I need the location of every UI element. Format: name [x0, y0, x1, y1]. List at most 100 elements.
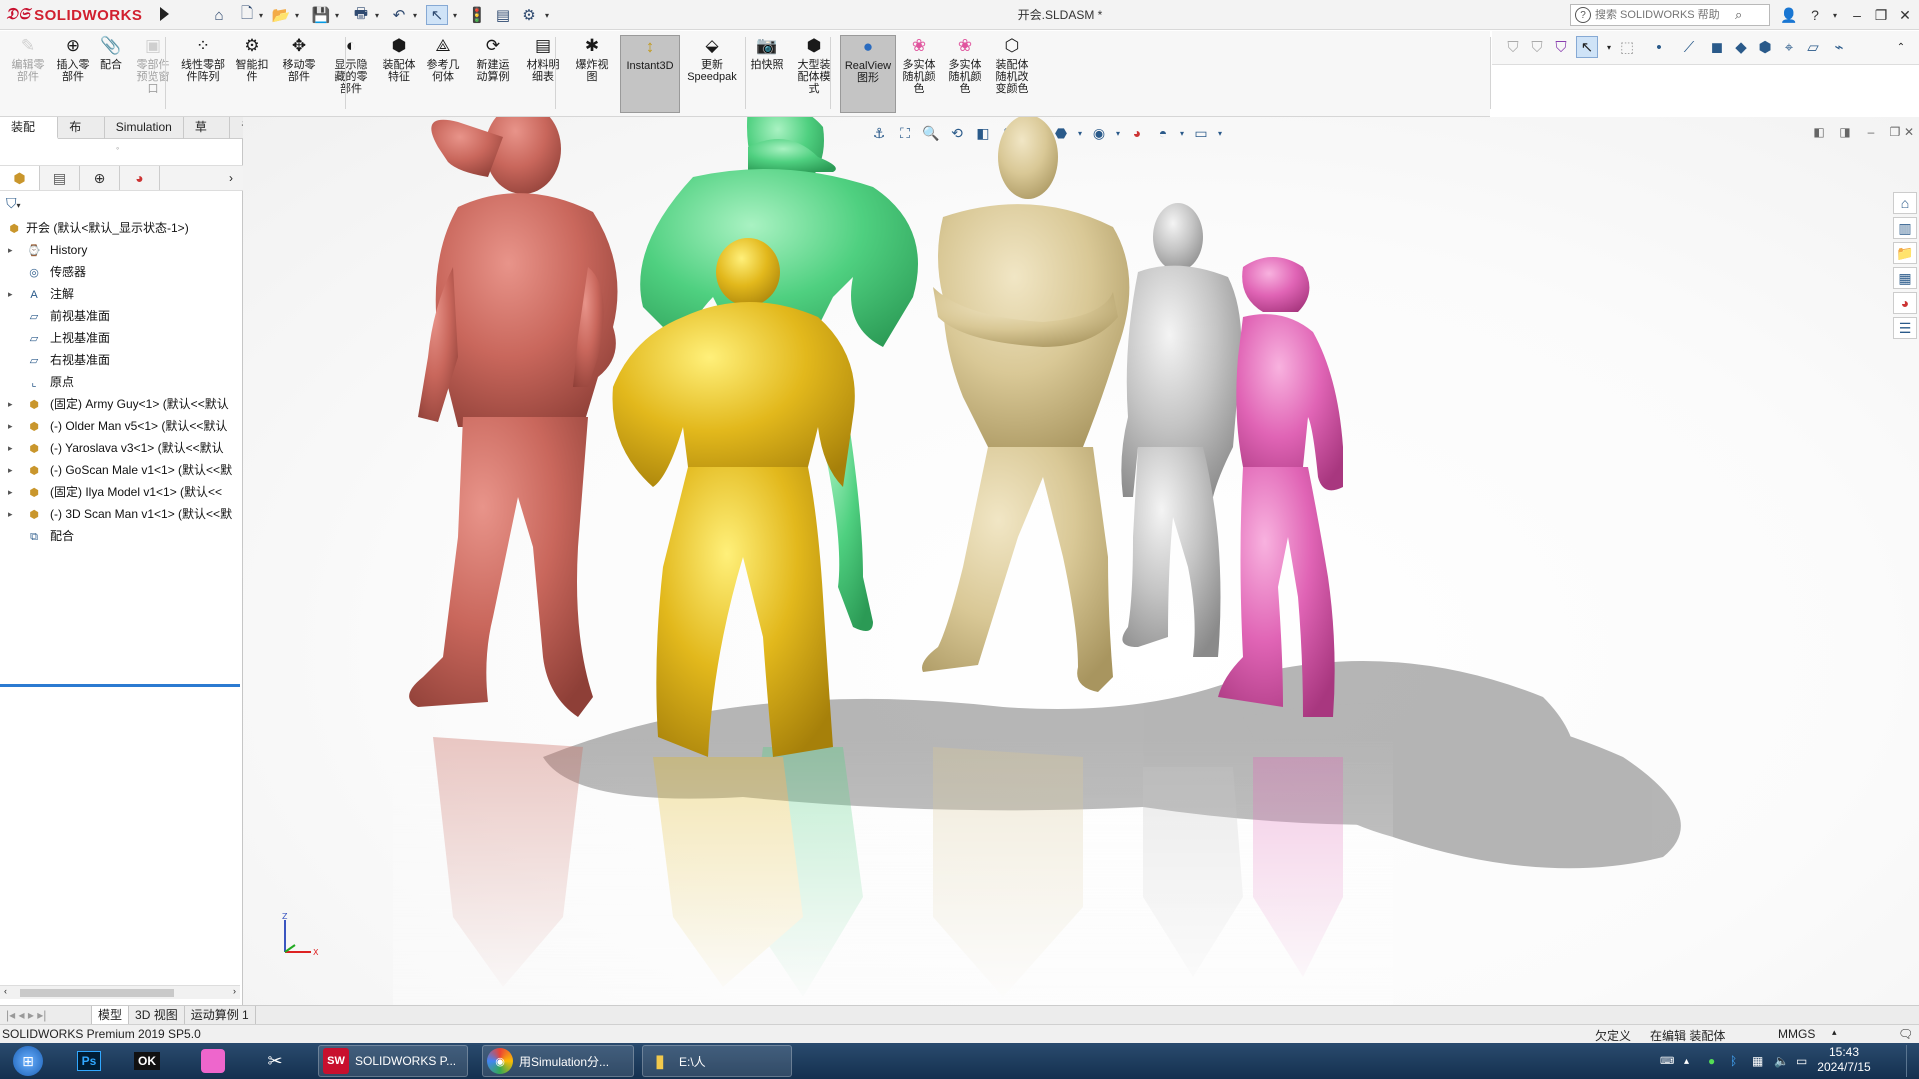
filter-clear-icon[interactable]: ⛉: [1550, 36, 1572, 58]
command-new-motion-study-button[interactable]: ⟳ 新建运 动算例: [468, 35, 518, 113]
tray-expand-icon[interactable]: ▴: [1684, 1045, 1702, 1077]
display-manager-tab-icon[interactable]: ◕: [120, 166, 160, 190]
tray-icon-1[interactable]: ⌨: [1660, 1045, 1682, 1077]
status-help-icon[interactable]: 🗨: [1898, 1027, 1913, 1041]
open-icon[interactable]: 📂: [270, 5, 292, 25]
configuration-manager-tab-icon[interactable]: ⊕: [80, 166, 120, 190]
command-mate-button[interactable]: 📎 配合: [98, 35, 124, 113]
assembly-model-scene[interactable]: [243, 117, 1919, 1005]
tab-2[interactable]: Simulation: [105, 117, 184, 139]
tray-volume-icon[interactable]: 🔈: [1774, 1045, 1796, 1077]
tree-node[interactable]: ▸ A 注解: [0, 283, 243, 305]
help-search-box[interactable]: ? ⌕: [1570, 4, 1770, 26]
property-manager-tab-icon[interactable]: ▤: [40, 166, 80, 190]
units-dropdown-icon[interactable]: ▴: [1832, 1027, 1837, 1038]
tree-node[interactable]: ⬢ 开会 (默认<默认_显示状态-1>): [0, 217, 243, 239]
command-reference-geometry-button[interactable]: ⟁ 参考几 何体: [420, 35, 466, 113]
tray-network-icon[interactable]: ▦: [1752, 1045, 1774, 1077]
custom-properties-icon[interactable]: ☰: [1893, 317, 1917, 339]
expand-arrow-icon[interactable]: ▸: [8, 481, 13, 503]
tree-node[interactable]: ▸ ⬢ (-) 3D Scan Man v1<1> (默认<<默: [0, 503, 243, 525]
tree-node[interactable]: ▱ 右视基准面: [0, 349, 243, 371]
command-smart-fasteners-button[interactable]: ⚙ 智能扣 件: [234, 35, 270, 113]
expand-arrow-icon[interactable]: ▸: [8, 283, 13, 305]
filter-vertices-icon[interactable]: •: [1648, 36, 1670, 58]
command-bom-button[interactable]: ▤ 材料明 细表: [520, 35, 566, 113]
minimize-icon[interactable]: –: [1846, 4, 1868, 26]
command-realview-button[interactable]: ● RealView 图形: [840, 35, 896, 113]
filter-surfaces-icon[interactable]: ◆: [1730, 36, 1752, 58]
print-dropdown-icon[interactable]: ▾: [372, 5, 382, 25]
unit-system[interactable]: MMGS: [1778, 1027, 1815, 1041]
command-edit-component-button[interactable]: ✎ 编辑零 部件: [6, 35, 50, 113]
tree-node[interactable]: ▸ ⬢ (固定) Ilya Model v1<1> (默认<<: [0, 481, 243, 503]
expand-arrow-icon[interactable]: ▸: [8, 437, 13, 459]
tab-3[interactable]: 草图: [184, 117, 231, 155]
filter-icon[interactable]: ⛉: [1502, 36, 1524, 58]
expand-arrow-icon[interactable]: ▸: [8, 459, 13, 481]
restore-icon[interactable]: ❐: [1870, 4, 1892, 26]
tree-node[interactable]: ▱ 上视基准面: [0, 327, 243, 349]
expand-arrow-icon[interactable]: ▸: [8, 393, 13, 415]
taskbar-clock[interactable]: 15:43 2024/7/15: [1809, 1045, 1879, 1075]
filter-solids-icon[interactable]: ⬢: [1754, 36, 1776, 58]
command-show-hidden-button[interactable]: ◐ 显示隐 藏的零 部件: [328, 35, 374, 113]
home-icon[interactable]: ⌂: [208, 5, 230, 25]
menu-expand-arrow-icon[interactable]: [160, 7, 169, 21]
rebuild-icon[interactable]: 🚦: [466, 5, 488, 25]
tray-wechat-icon[interactable]: ●: [1708, 1045, 1730, 1077]
tab-1[interactable]: 布局: [58, 117, 105, 155]
close-icon[interactable]: ✕: [1894, 4, 1916, 26]
tab-0[interactable]: 装配体: [0, 117, 59, 155]
graphics-area[interactable]: ⚓ ⛶ 🔍 ⟲ ◧ ✎ ⬢ ⬣ ▾ ◉ ▾ ◕ ◓ ▾ ▭ ▾ ◧ ◨ – ❐ …: [243, 117, 1919, 1005]
model-tab-1[interactable]: 3D 视图: [129, 1006, 185, 1024]
new-document-icon[interactable]: 🗋: [236, 5, 258, 25]
filter-toggle-icon[interactable]: ⛉: [1526, 36, 1548, 58]
file-properties-icon[interactable]: ▤: [492, 5, 514, 25]
photoshop-icon[interactable]: Ps: [72, 1045, 106, 1077]
options-dropdown-icon[interactable]: ▾: [542, 5, 552, 25]
feature-manager-tab-icon[interactable]: ⬢: [0, 166, 40, 190]
command-component-preview-button[interactable]: ▣ 零部件 预览窗 口: [130, 35, 176, 113]
command-instant3d-button[interactable]: ↕ Instant3D: [620, 35, 680, 113]
pane-grip-icon[interactable]: ◦: [116, 143, 119, 153]
tree-filter-icon[interactable]: ⛉▾: [6, 195, 34, 213]
taskbar-task-2[interactable]: ▮ E:\人: [642, 1045, 792, 1077]
select-icon[interactable]: ↖: [1576, 36, 1598, 58]
tree-horizontal-scrollbar[interactable]: ‹ ›: [0, 985, 240, 999]
show-desktop-button[interactable]: [1906, 1045, 1919, 1077]
model-tab-2[interactable]: 运动算例 1: [185, 1006, 256, 1024]
command-assembly-features-button[interactable]: ⬢ 装配体 特征: [376, 35, 422, 113]
search-icon[interactable]: ⌕: [1735, 7, 1742, 23]
start-button[interactable]: ⊞: [6, 1045, 50, 1077]
print-icon[interactable]: 🖶: [350, 5, 372, 25]
undo-icon[interactable]: ↶: [388, 5, 410, 25]
command-insert-component-button[interactable]: ⊕ 插入零 部件: [50, 35, 96, 113]
tab-scroll-arrows-icon[interactable]: |◂ ◂ ▸ ▸|: [0, 1006, 92, 1024]
tree-rollback-bar[interactable]: [0, 684, 240, 687]
command-random-color-button[interactable]: ❀ 多实体 随机颜 色: [944, 35, 986, 113]
save-dropdown-icon[interactable]: ▾: [332, 5, 342, 25]
tree-node[interactable]: ⧉ 配合: [0, 525, 243, 547]
command-move-component-button[interactable]: ✥ 移动零 部件: [275, 35, 323, 113]
undo-dropdown-icon[interactable]: ▾: [410, 5, 420, 25]
scroll-left-icon[interactable]: ‹: [4, 986, 7, 996]
new-dropdown-icon[interactable]: ▾: [256, 5, 266, 25]
command-exploded-view-button[interactable]: ✱ 爆炸视 图: [570, 35, 614, 113]
solidworks-logo[interactable]: 𝔇𝔖 SOLIDWORKS: [6, 3, 154, 27]
tree-node[interactable]: ▸ ⬢ (-) Older Man v5<1> (默认<<默认: [0, 415, 243, 437]
scroll-right-icon[interactable]: ›: [233, 986, 236, 996]
tray-bluetooth-icon[interactable]: ᛒ: [1730, 1045, 1752, 1077]
filter-planes-icon[interactable]: ▱: [1802, 36, 1824, 58]
command-random-color-button[interactable]: ❀ 多实体 随机颜 色: [898, 35, 940, 113]
solidworks-resources-icon[interactable]: ⌂: [1893, 192, 1917, 214]
app-ok-icon[interactable]: OK: [130, 1045, 164, 1077]
select-arrow-icon[interactable]: ↖: [426, 5, 448, 25]
tree-node[interactable]: ◎ 传感器: [0, 261, 243, 283]
taskbar-task-0[interactable]: SW SOLIDWORKS P...: [318, 1045, 468, 1077]
tree-node[interactable]: ▸ ⬢ (固定) Army Guy<1> (默认<<默认: [0, 393, 243, 415]
command-linear-pattern-button[interactable]: ⁘ 线性零部 件阵列: [176, 35, 230, 113]
appearances-icon[interactable]: ◕: [1893, 292, 1917, 314]
scrollbar-thumb[interactable]: [20, 989, 174, 997]
help-dropdown-icon[interactable]: ▾: [1824, 4, 1846, 26]
